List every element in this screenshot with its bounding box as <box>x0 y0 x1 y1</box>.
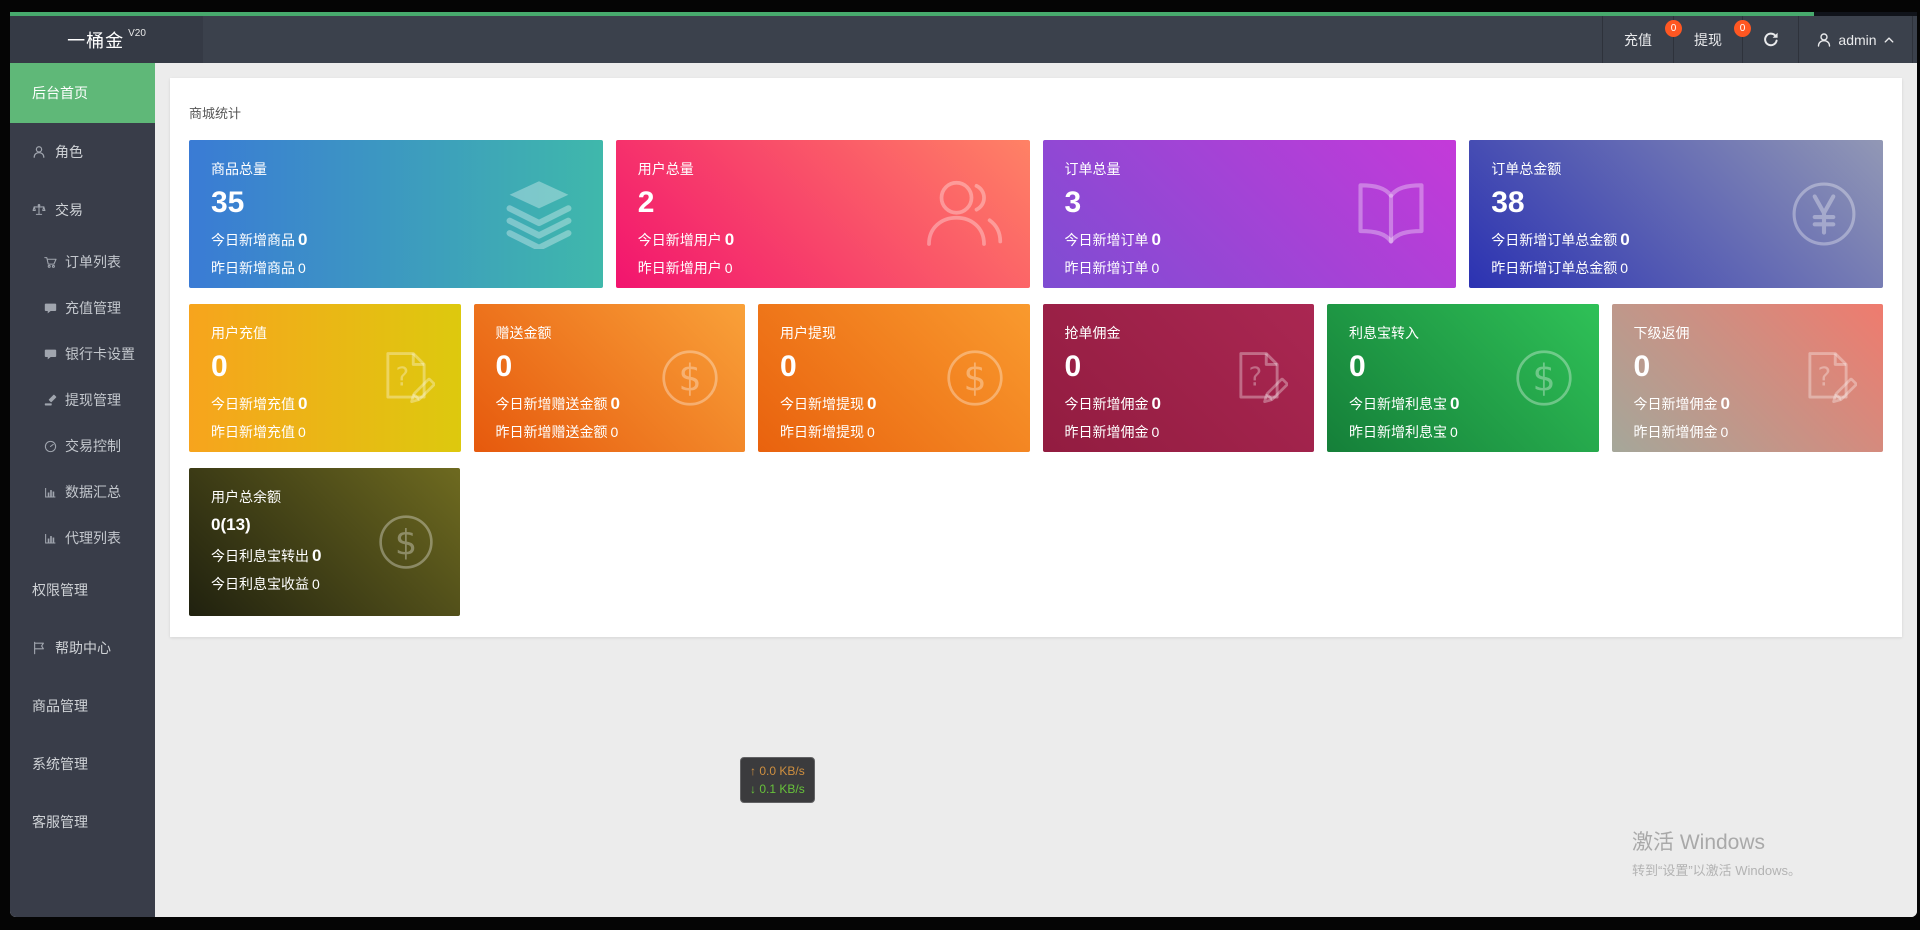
sidebar-item-data-summary[interactable]: 数据汇总 <box>10 469 155 515</box>
sidebar-item-home[interactable]: 后台首页 <box>10 63 155 123</box>
sidebar-item-withdraw-mgmt[interactable]: 提现管理 <box>10 377 155 423</box>
dollar-circle-icon <box>661 349 719 407</box>
recharge-badge: 0 <box>1665 20 1682 37</box>
app-title: 一桶金 <box>67 27 124 53</box>
windows-activation-watermark: 激活 Windows 转到“设置”以激活 Windows。 <box>1632 826 1801 879</box>
sidebar-item-label: 角色 <box>55 142 83 162</box>
sidebar-item-permissions[interactable]: 权限管理 <box>10 561 155 619</box>
sidebar-item-label: 银行卡设置 <box>65 344 135 364</box>
sidebar-item-goods-mgmt[interactable]: 商品管理 <box>10 677 155 735</box>
watermark-title: 激活 Windows <box>1632 826 1801 856</box>
nav-recharge-label: 充值 <box>1624 30 1652 50</box>
sidebar-item-label: 帮助中心 <box>55 638 111 658</box>
sidebar-item-label: 提现管理 <box>65 390 121 410</box>
doc-question-icon <box>377 349 435 407</box>
network-speed-overlay: ↑ 0.0 KB/s ↓ 0.1 KB/s <box>740 757 815 803</box>
sidebar-item-label: 交易控制 <box>65 436 121 456</box>
sidebar-item-service-mgmt[interactable]: 客服管理 <box>10 793 155 851</box>
header-actions: 充值 0 提现 0 admin <box>1602 16 1913 63</box>
header: 一桶金 V20 充值 0 提现 0 admin <box>10 16 1917 63</box>
sidebar-item-label: 权限管理 <box>32 580 88 600</box>
sidebar-item-trade-control[interactable]: 交易控制 <box>10 423 155 469</box>
withdraw-badge: 0 <box>1734 20 1751 37</box>
download-speed: ↓ 0.1 KB/s <box>750 780 805 798</box>
nav-withdraw[interactable]: 提现 0 <box>1673 16 1742 63</box>
doc-question-icon <box>1230 349 1288 407</box>
user-icon <box>1816 32 1832 48</box>
comment-icon <box>44 302 57 315</box>
logo[interactable]: 一桶金 V20 <box>10 16 203 63</box>
sidebar-item-label: 充值管理 <box>65 298 121 318</box>
user-menu[interactable]: admin <box>1798 16 1913 63</box>
chart-icon <box>44 486 57 499</box>
layers-icon <box>501 179 577 249</box>
gauge-icon <box>44 440 57 453</box>
stats-panel: 商城统计 商品总量 35 今日新增商品0 昨日新增商品0 用户总量 2 今日新增… <box>170 78 1902 637</box>
app-version: V20 <box>128 28 146 39</box>
sidebar-item-agent-list[interactable]: 代理列表 <box>10 515 155 561</box>
refresh-button[interactable] <box>1742 16 1798 63</box>
dollar-circle-icon <box>946 349 1004 407</box>
sidebar-item-bankcard[interactable]: 银行卡设置 <box>10 331 155 377</box>
doc-question-icon <box>1799 349 1857 407</box>
dollar-circle-icon <box>1515 349 1573 407</box>
yen-circle-icon <box>1791 181 1857 247</box>
stat-card-gift-amount[interactable]: 赠送金额 0 今日新增赠送金额0 昨日新增赠送金额0 <box>474 304 746 452</box>
sidebar-item-label: 系统管理 <box>32 754 88 774</box>
scales-icon <box>32 203 46 217</box>
stat-card-interest-in[interactable]: 利息宝转入 0 今日新增利息宝0 昨日新增利息宝0 <box>1327 304 1599 452</box>
stat-card-sub-rebate[interactable]: 下级返佣 0 今日新增佣金0 昨日新增佣金0 <box>1612 304 1884 452</box>
sidebar-item-label: 订单列表 <box>65 252 121 272</box>
stat-card-users-total[interactable]: 用户总量 2 今日新增用户0 昨日新增用户0 <box>616 140 1030 288</box>
comment-icon <box>44 348 57 361</box>
flag-icon <box>32 641 46 655</box>
sidebar-item-label: 数据汇总 <box>65 482 121 502</box>
sidebar-item-roles[interactable]: 角色 <box>10 123 155 181</box>
sidebar-item-order-list[interactable]: 订单列表 <box>10 239 155 285</box>
chart-icon <box>44 532 57 545</box>
stats-row-3: 用户总余额 0(13) 今日利息宝转出0 今日利息宝收益0 <box>189 468 1883 616</box>
sidebar-item-label: 商品管理 <box>32 696 88 716</box>
sidebar-item-help-center[interactable]: 帮助中心 <box>10 619 155 677</box>
stat-card-user-withdraw[interactable]: 用户提现 0 今日新增提现0 昨日新增提现0 <box>758 304 1030 452</box>
sidebar-item-trade[interactable]: 交易 <box>10 181 155 239</box>
sidebar-item-label: 客服管理 <box>32 812 88 832</box>
sidebar-item-label: 交易 <box>55 200 83 220</box>
sidebar: 后台首页 角色 交易 订单列表 充值管理 银行卡设置 <box>10 63 155 917</box>
person-icon <box>32 145 46 159</box>
dollar-circle-icon <box>378 514 434 570</box>
sidebar-item-system-mgmt[interactable]: 系统管理 <box>10 735 155 793</box>
stat-card-goods-total[interactable]: 商品总量 35 今日新增商品0 昨日新增商品0 <box>189 140 603 288</box>
nav-recharge[interactable]: 充值 0 <box>1602 16 1673 63</box>
panel-title: 商城统计 <box>189 78 1883 122</box>
sidebar-item-recharge-mgmt[interactable]: 充值管理 <box>10 285 155 331</box>
main-content: 商城统计 商品总量 35 今日新增商品0 昨日新增商品0 用户总量 2 今日新增… <box>155 63 1917 917</box>
sidebar-item-label: 后台首页 <box>32 83 88 103</box>
sidebar-item-label: 代理列表 <box>65 528 121 548</box>
stat-card-order-amount[interactable]: 订单总金额 38 今日新增订单总金额0 昨日新增订单总金额0 <box>1469 140 1883 288</box>
stat-card-user-balance[interactable]: 用户总余额 0(13) 今日利息宝转出0 今日利息宝收益0 <box>189 468 460 616</box>
gavel-icon <box>44 394 57 407</box>
book-icon <box>1352 182 1430 246</box>
cart-icon <box>44 256 57 269</box>
nav-withdraw-label: 提现 <box>1694 30 1722 50</box>
upload-speed: ↑ 0.0 KB/s <box>750 762 805 780</box>
stat-card-user-recharge[interactable]: 用户充值 0 今日新增充值0 昨日新增充值0 <box>189 304 461 452</box>
stats-row-1: 商品总量 35 今日新增商品0 昨日新增商品0 用户总量 2 今日新增用户0 昨… <box>189 140 1883 288</box>
watermark-subtitle: 转到“设置”以激活 Windows。 <box>1632 860 1801 879</box>
chevron-up-icon <box>1883 34 1895 46</box>
refresh-icon <box>1763 32 1779 48</box>
stat-card-order-commission[interactable]: 抢单佣金 0 今日新增佣金0 昨日新增佣金0 <box>1043 304 1315 452</box>
stats-row-2: 用户充值 0 今日新增充值0 昨日新增充值0 赠送金额 0 今日新增赠送金额0 … <box>189 304 1883 452</box>
users-icon <box>924 179 1004 249</box>
username: admin <box>1838 32 1876 48</box>
app-window: 一桶金 V20 充值 0 提现 0 admin 后台首页 <box>10 12 1917 917</box>
stat-card-orders-total[interactable]: 订单总量 3 今日新增订单0 昨日新增订单0 <box>1043 140 1457 288</box>
